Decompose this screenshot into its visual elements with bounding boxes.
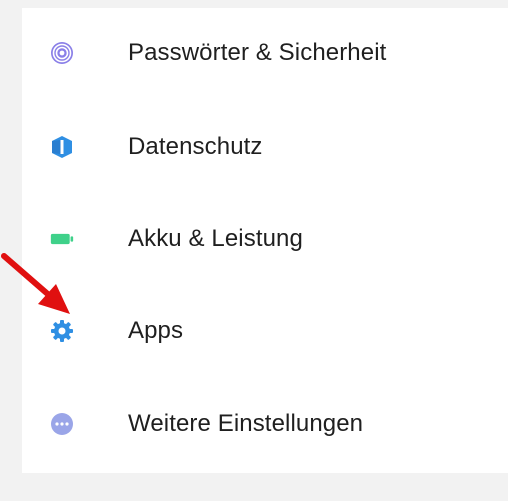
settings-item-more-settings[interactable]: Weitere Einstellungen — [22, 389, 508, 459]
settings-list: Passwörter & Sicherheit Datenschutz Akku… — [22, 8, 508, 473]
settings-item-battery-performance[interactable]: Akku & Leistung — [22, 204, 508, 274]
battery-icon — [50, 227, 74, 251]
settings-item-apps[interactable]: Apps — [22, 296, 508, 366]
settings-item-label: Apps — [128, 317, 184, 344]
settings-item-label: Weitere Einstellungen — [128, 410, 364, 437]
settings-item-label: Akku & Leistung — [128, 225, 303, 252]
settings-item-label: Passwörter & Sicherheit — [128, 39, 387, 66]
red-arrow-annotation — [1, 253, 70, 314]
settings-item-privacy[interactable]: Datenschutz — [22, 112, 508, 182]
fingerprint-icon — [50, 41, 74, 65]
settings-item-label: Datenschutz — [128, 133, 263, 160]
settings-item-passwords-security[interactable]: Passwörter & Sicherheit — [22, 18, 508, 88]
more-icon — [50, 412, 74, 436]
privacy-shield-icon — [50, 135, 74, 159]
